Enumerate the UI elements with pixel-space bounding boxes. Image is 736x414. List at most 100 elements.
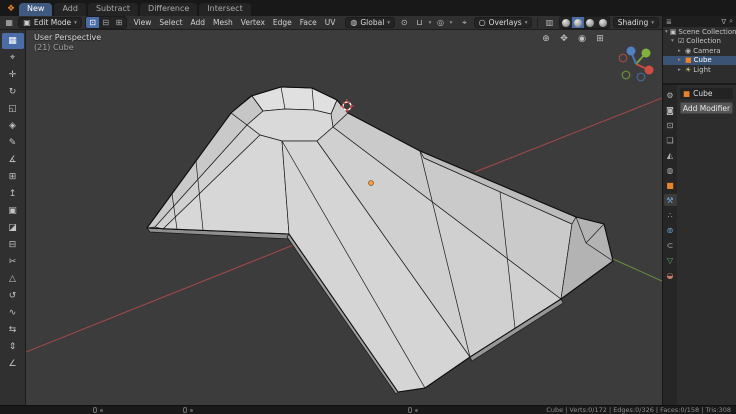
workspace-tab[interactable]: Add	[54, 3, 86, 16]
select-mode-button[interactable]: ⊟	[99, 17, 112, 28]
disclosure-triangle-icon[interactable]: ▾	[665, 29, 668, 35]
tool-button[interactable]: ↥	[2, 186, 24, 202]
gizmo-neg-z-ball[interactable]	[636, 72, 646, 82]
viewport-nav-button[interactable]: ⊕	[540, 33, 552, 45]
outliner-item-label: Light	[693, 65, 711, 74]
properties-tab[interactable]: ❏	[664, 134, 677, 146]
menu-item[interactable]: Mesh	[209, 18, 237, 27]
disclosure-triangle-icon[interactable]: ▸	[678, 48, 683, 54]
gizmo-z-axis-ball[interactable]	[626, 46, 636, 56]
tool-button[interactable]: ⊟	[2, 237, 24, 253]
tool-button[interactable]: ✂	[2, 254, 24, 270]
navigation-gizmo[interactable]	[614, 42, 658, 86]
chevron-down-icon[interactable]: ▾	[429, 20, 432, 26]
menu-item[interactable]: Vertex	[237, 18, 269, 27]
properties-tab[interactable]: ⊡	[664, 119, 677, 131]
filter-icon[interactable]: ∇	[721, 18, 726, 26]
gizmo-y-axis-ball[interactable]	[641, 48, 651, 58]
tool-button[interactable]: ✎	[2, 135, 24, 151]
shading-mode-button[interactable]	[584, 17, 596, 28]
tool-button[interactable]: ⇕	[2, 339, 24, 355]
tool-button[interactable]: △	[2, 271, 24, 287]
tool-button[interactable]: ∡	[2, 152, 24, 168]
properties-tab-icon: ◭	[666, 150, 674, 160]
outliner-item[interactable]: ▾ ▣ Scene Collection	[663, 27, 736, 37]
properties-tab[interactable]: ⊚	[664, 224, 677, 236]
properties-tab[interactable]: ⚒	[663, 194, 677, 206]
shading-settings-dropdown[interactable]: Shading ▾	[612, 17, 659, 28]
tool-button[interactable]: ⊞	[2, 169, 24, 185]
gizmo-neg-x-ball[interactable]	[618, 53, 628, 63]
tool-button[interactable]: ▣	[2, 203, 24, 219]
shading-mode-button[interactable]	[560, 17, 572, 28]
tool-button[interactable]: ∿	[2, 305, 24, 321]
properties-tab[interactable]: ∴	[664, 209, 677, 221]
outliner-editor-icon[interactable]: ≣	[666, 18, 672, 26]
disclosure-triangle-icon[interactable]: ▸	[678, 57, 683, 63]
workspace-tab[interactable]: Difference	[140, 3, 198, 16]
select-mode-button[interactable]: ⊞	[112, 17, 125, 28]
tool-button[interactable]: ◱	[2, 101, 24, 117]
tool-button[interactable]: ✛	[2, 67, 24, 83]
tool-button[interactable]: ⌖	[2, 50, 24, 66]
chevron-down-icon: ▾	[74, 19, 77, 26]
properties-tab[interactable]: ◙	[664, 104, 677, 116]
app-menu-icon[interactable]: ❖	[3, 2, 19, 15]
menu-item[interactable]: Face	[296, 18, 321, 27]
menu-item[interactable]: UV	[321, 18, 340, 27]
tool-button[interactable]: ▦	[1, 33, 24, 49]
properties-tab[interactable]: ◍	[664, 164, 677, 176]
outliner-item[interactable]: ▾ ☑ Collection	[663, 37, 736, 47]
pivot-point-dropdown[interactable]: ⊙	[398, 17, 410, 28]
mode-selector[interactable]: ▣ Edit Mode ▾	[18, 17, 82, 28]
transform-orientation-dropdown[interactable]: ◍ Global ▾	[345, 17, 396, 28]
outliner-item[interactable]: ▸ ■ Cube	[663, 55, 736, 65]
viewport-nav-button[interactable]: ⊞	[594, 33, 606, 45]
viewport-nav-button[interactable]: ◉	[576, 33, 588, 45]
tool-button[interactable]: ◪	[2, 220, 24, 236]
workspace-tab[interactable]: Subtract	[87, 3, 139, 16]
disclosure-triangle-icon[interactable]: ▾	[671, 38, 676, 44]
select-mode-button[interactable]: ⊡	[85, 17, 100, 28]
search-icon[interactable]: ⌕	[729, 17, 733, 26]
properties-tab[interactable]: ■	[664, 179, 677, 191]
gizmo-x-axis-ball[interactable]	[644, 65, 654, 75]
viewport-3d[interactable]: User Perspective (21) Cube ⊕ ✥ ◉ ⊞	[26, 30, 662, 405]
gizmo-neg-y-ball[interactable]	[621, 70, 631, 80]
add-modifier-button[interactable]: Add Modifier	[680, 102, 733, 114]
mesh-model[interactable]	[146, 86, 614, 395]
tool-button[interactable]: ◈	[2, 118, 24, 134]
viewport-nav-button[interactable]: ✥	[558, 33, 570, 45]
menu-item[interactable]: Edge	[269, 18, 296, 27]
properties-tab-icon: ⚒	[666, 195, 674, 205]
workspace-tab[interactable]: Intersect	[199, 3, 251, 16]
tool-icon: ⇕	[8, 342, 17, 352]
tool-button[interactable]: ↻	[2, 84, 24, 100]
tool-button[interactable]: ↺	[2, 288, 24, 304]
proportional-editing-toggle[interactable]: ◎	[434, 17, 446, 28]
workspace-tab[interactable]: New	[19, 3, 53, 16]
properties-tab[interactable]: ◭	[664, 149, 677, 161]
tool-button[interactable]: ⇆	[2, 322, 24, 338]
properties-tab[interactable]: ◒	[664, 269, 677, 281]
disclosure-triangle-icon[interactable]: ▸	[678, 67, 683, 73]
menu-item[interactable]: Add	[187, 18, 210, 27]
snap-toggle[interactable]: ⊔	[413, 17, 425, 28]
show-gizmo-toggle[interactable]: ⌖	[458, 17, 470, 28]
properties-tab[interactable]: ⚙	[664, 89, 677, 101]
breadcrumb[interactable]: ■ Cube	[680, 88, 733, 99]
outliner-item[interactable]: ▸ ☀ Light	[663, 65, 736, 75]
chevron-down-icon[interactable]: ▾	[450, 20, 453, 26]
menu-item[interactable]: Select	[155, 18, 186, 27]
overlays-dropdown[interactable]: ○ Overlays ▾	[473, 17, 533, 28]
properties-tab[interactable]: ⊂	[664, 239, 677, 251]
properties-tab[interactable]: ▽	[664, 254, 677, 266]
outliner-item-label: Scene Collection	[678, 27, 736, 36]
xray-toggle[interactable]: ▥	[543, 17, 555, 28]
menu-item[interactable]: View	[130, 18, 156, 27]
shading-mode-button[interactable]	[571, 17, 585, 28]
editor-type-selector[interactable]: ▦	[3, 17, 15, 28]
shading-mode-button[interactable]	[596, 17, 608, 28]
outliner-item[interactable]: ▸ ◉ Camera	[663, 46, 736, 56]
tool-button[interactable]: ∠	[2, 356, 24, 372]
